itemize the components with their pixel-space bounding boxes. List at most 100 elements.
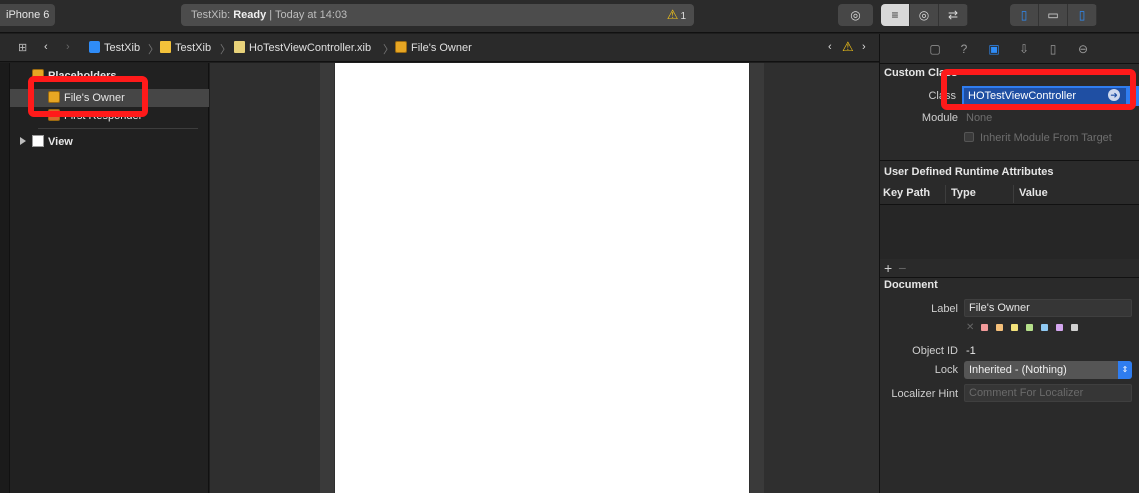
activity-app: TestXib: <box>191 9 231 21</box>
editor-mode-segment: ≡ ◎ ⇄ <box>881 4 968 26</box>
view-icon <box>32 135 44 147</box>
column-value[interactable]: Value <box>1019 187 1048 199</box>
previous-issue-icon[interactable]: ‹ <box>828 41 832 53</box>
swatch-red[interactable] <box>981 324 988 331</box>
identity-inspector: ▢ ? ▣ ⇩ ▯ ⊖ Custom Class Class HOTestVie… <box>879 34 1139 493</box>
class-label: Class <box>928 90 956 102</box>
window-toolbar: iPhone 6 TestXib: Ready | Today at 14:03… <box>0 0 1139 33</box>
localizer-hint-input[interactable]: Comment For Localizer <box>964 384 1132 402</box>
swatch-green[interactable] <box>1026 324 1033 331</box>
activity-warning[interactable]: ⚠ 1 <box>667 4 686 28</box>
first-responder-cube-icon <box>48 109 60 121</box>
runtime-attributes-table[interactable] <box>880 205 1139 259</box>
files-owner-label: File's Owner <box>64 92 125 104</box>
activity-status: Ready <box>233 9 267 21</box>
class-input[interactable]: HOTestViewController ➜ <box>962 86 1128 106</box>
inspector-toggle-icon[interactable]: ▯ <box>1068 4 1097 26</box>
next-issue-icon[interactable]: › <box>862 41 866 53</box>
breadcrumb-file[interactable]: HoTestViewController.xib <box>234 41 371 54</box>
swatch-orange[interactable] <box>996 324 1003 331</box>
xib-file-icon <box>234 41 245 53</box>
files-owner-cube-icon <box>48 91 60 103</box>
breadcrumb-separator: 〉 <box>383 44 394 56</box>
interface-builder-canvas[interactable] <box>210 63 879 493</box>
outline-item-first-responder[interactable]: First Responder <box>10 107 209 125</box>
project-icon <box>89 41 100 53</box>
version-editor-icon[interactable]: ⇄ <box>939 4 968 26</box>
swatch-yellow[interactable] <box>1011 324 1018 331</box>
standard-editor-icon[interactable]: ≡ <box>881 4 910 26</box>
size-inspector-icon[interactable]: ▯ <box>1045 41 1061 57</box>
column-type[interactable]: Type <box>951 187 976 199</box>
outline-section-placeholders[interactable]: Placeholders <box>10 67 209 85</box>
outline-gutter <box>0 63 10 493</box>
file-inspector-icon[interactable]: ▢ <box>927 41 943 57</box>
activity-time: | Today at 14:03 <box>269 9 348 21</box>
forward-arrow-icon[interactable]: › <box>66 41 70 53</box>
runtime-attributes-title: User Defined Runtime Attributes <box>884 166 1054 178</box>
warning-icon[interactable]: ⚠ <box>842 39 854 55</box>
library-button[interactable]: ◎ <box>838 4 873 26</box>
remove-attribute-icon[interactable]: − <box>898 260 906 276</box>
breadcrumb-group[interactable]: TestXib <box>160 41 211 54</box>
custom-class-title: Custom Class <box>884 67 958 79</box>
class-value: HOTestViewController <box>968 90 1077 102</box>
module-field[interactable]: None <box>966 112 992 124</box>
attributes-inspector-icon[interactable]: ⇩ <box>1016 41 1032 57</box>
disclosure-triangle-icon[interactable] <box>20 137 26 145</box>
object-cube-icon <box>395 41 407 53</box>
outline-item-view[interactable]: View <box>10 133 209 151</box>
breadcrumb-object-label: File's Owner <box>411 42 472 54</box>
scheme-selector[interactable]: iPhone 6 <box>0 4 56 26</box>
column-separator <box>945 185 946 203</box>
inspector-tabs: ▢ ? ▣ ⇩ ▯ ⊖ <box>880 34 1139 64</box>
document-title: Document <box>884 279 938 291</box>
column-separator <box>1013 185 1014 203</box>
doc-label-label: Label <box>931 303 958 315</box>
swatch-gray[interactable] <box>1071 324 1078 331</box>
go-to-class-icon[interactable]: ➜ <box>1108 89 1120 101</box>
inherit-module-checkbox[interactable]: Inherit Module From Target <box>964 132 1112 144</box>
assistant-editor-icon[interactable]: ◎ <box>910 4 939 26</box>
placeholder-cube-icon <box>32 69 44 81</box>
debug-area-toggle-icon[interactable]: ▭ <box>1039 4 1068 26</box>
outline-item-files-owner[interactable]: File's Owner <box>10 89 209 107</box>
swatch-purple[interactable] <box>1056 324 1063 331</box>
doc-label-input[interactable]: File's Owner <box>964 299 1132 317</box>
activity-viewer: TestXib: Ready | Today at 14:03 ⚠ 1 <box>181 4 694 26</box>
breadcrumb-file-label: HoTestViewController.xib <box>249 42 372 54</box>
column-key-path[interactable]: Key Path <box>883 187 930 199</box>
runtime-attributes-header: Key Path Type Value <box>880 183 1139 205</box>
related-items-icon[interactable]: ⊞ <box>18 41 27 54</box>
label-color-swatches: ✕ <box>966 323 1078 333</box>
swatch-blue[interactable] <box>1041 324 1048 331</box>
select-arrows-icon: ⇕ <box>1118 361 1132 379</box>
breadcrumb-object[interactable]: File's Owner <box>395 41 472 54</box>
breadcrumb-project[interactable]: TestXib <box>89 41 140 54</box>
quick-help-icon[interactable]: ? <box>956 41 972 57</box>
first-responder-label: First Responder <box>64 110 143 122</box>
object-id-label: Object ID <box>912 345 958 357</box>
breadcrumb-separator: 〉 <box>148 44 159 56</box>
panel-toggle-segment: ▯ ▭ ▯ <box>1010 4 1097 26</box>
back-arrow-icon[interactable]: ‹ <box>44 41 48 53</box>
lock-select[interactable]: Inherited - (Nothing) ⇕ <box>964 361 1132 379</box>
identity-inspector-icon[interactable]: ▣ <box>986 41 1002 57</box>
class-dropdown-icon[interactable]: ⌄ <box>1128 86 1139 106</box>
no-color-icon[interactable]: ✕ <box>966 323 974 333</box>
inherit-module-label: Inherit Module From Target <box>980 132 1112 144</box>
module-label: Module <box>921 112 958 124</box>
placeholders-label: Placeholders <box>48 70 117 82</box>
add-attribute-icon[interactable]: + <box>884 260 892 276</box>
canvas-scene-edge <box>320 63 334 493</box>
lock-value: Inherited - (Nothing) <box>969 364 1067 376</box>
section-divider <box>880 277 1139 278</box>
navigator-toggle-icon[interactable]: ▯ <box>1010 4 1039 26</box>
view-scene[interactable] <box>335 63 749 493</box>
warning-count: 1 <box>680 11 686 22</box>
connections-inspector-icon[interactable]: ⊖ <box>1075 41 1091 57</box>
section-divider <box>880 160 1139 161</box>
warning-icon: ⚠ <box>666 7 679 22</box>
lock-label: Lock <box>934 364 958 376</box>
breadcrumb-project-label: TestXib <box>104 42 141 54</box>
